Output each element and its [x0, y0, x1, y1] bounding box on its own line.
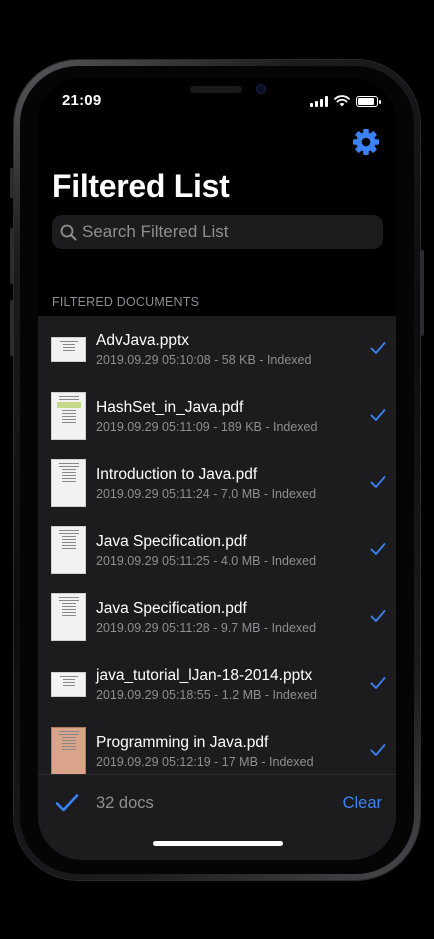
mute-switch — [10, 168, 14, 198]
checkmark-icon[interactable] — [370, 676, 386, 690]
document-meta: 2019.09.29 05:12:19 - 17 MB - Indexed — [96, 755, 314, 769]
section-header: FILTERED DOCUMENTS — [52, 295, 200, 309]
checkmark-icon[interactable] — [55, 793, 79, 813]
document-meta: 2019.09.29 05:11:24 - 7.0 MB - Indexed — [96, 487, 317, 501]
document-thumbnail — [51, 672, 86, 697]
document-thumbnail — [51, 337, 86, 362]
search-placeholder: Search Filtered List — [82, 222, 229, 241]
document-row[interactable]: HashSet_in_Java.pdf 2019.09.29 05:11:09 -… — [38, 383, 396, 450]
cellular-signal-icon — [310, 95, 328, 107]
document-row[interactable]: Java Specification.pdf 2019.09.29 05:11:2… — [38, 517, 396, 584]
gear-icon[interactable] — [352, 128, 380, 156]
document-row[interactable]: AdvJava.pptx 2019.09.29 05:10:08 - 58 KB … — [38, 316, 396, 383]
document-thumbnail — [51, 593, 86, 641]
app-screen: 21:09 Filtered List Search Filtered List… — [38, 78, 396, 860]
document-name: HashSet_in_Java.pdf — [96, 399, 244, 416]
document-row[interactable]: Programming in Java.pdf 2019.09.29 05:12:… — [38, 718, 396, 774]
document-meta: 2019.09.29 05:11:09 - 189 KB - Indexed — [96, 420, 318, 434]
earpiece-speaker — [190, 86, 242, 93]
front-camera — [256, 84, 266, 94]
document-list: AdvJava.pptx 2019.09.29 05:10:08 - 58 KB … — [38, 316, 396, 774]
clear-button[interactable]: Clear — [343, 794, 382, 813]
volume-down-button — [10, 300, 14, 356]
page-title: Filtered List — [52, 168, 230, 204]
status-time: 21:09 — [62, 92, 102, 109]
document-name: Java Specification.pdf — [96, 533, 247, 550]
status-icons — [310, 95, 381, 107]
document-meta: 2019.09.29 05:10:08 - 58 KB - Indexed — [96, 353, 312, 367]
search-field[interactable]: Search Filtered List — [52, 215, 383, 249]
wifi-icon — [334, 95, 350, 107]
document-thumbnail — [51, 459, 86, 507]
checkmark-icon[interactable] — [370, 743, 386, 757]
document-meta: 2019.09.29 05:18:55 - 1.2 MB - Indexed — [96, 688, 317, 702]
document-thumbnail — [51, 392, 86, 440]
checkmark-icon[interactable] — [370, 475, 386, 489]
document-name: Programming in Java.pdf — [96, 734, 269, 751]
document-thumbnail — [51, 727, 86, 774]
checkmark-icon[interactable] — [370, 341, 386, 355]
document-thumbnail — [51, 526, 86, 574]
battery-icon — [356, 95, 381, 107]
magnifying-glass-icon — [60, 224, 77, 240]
side-power-button — [420, 250, 424, 336]
document-name: Introduction to Java.pdf — [96, 466, 258, 483]
battery-level — [358, 97, 375, 105]
document-row[interactable]: Introduction to Java.pdf 2019.09.29 05:11… — [38, 450, 396, 517]
document-count: 32 docs — [96, 794, 154, 812]
document-meta: 2019.09.29 05:11:28 - 9.7 MB - Indexed — [96, 621, 317, 635]
document-row[interactable]: java_tutorial_lJan-18-2014.pptx 2019.09.2… — [38, 651, 396, 718]
checkmark-icon[interactable] — [370, 609, 386, 623]
volume-up-button — [10, 228, 14, 284]
checkmark-icon[interactable] — [370, 542, 386, 556]
document-name: Java Specification.pdf — [96, 600, 247, 617]
document-meta: 2019.09.29 05:11:25 - 4.0 MB - Indexed — [96, 554, 317, 568]
document-row[interactable]: Java Specification.pdf 2019.09.29 05:11:2… — [38, 584, 396, 651]
document-name: java_tutorial_lJan-18-2014.pptx — [96, 667, 313, 684]
home-indicator[interactable] — [153, 841, 283, 846]
bottom-toolbar: 32 docs Clear — [38, 774, 396, 860]
document-name: AdvJava.pptx — [96, 332, 190, 349]
checkmark-icon[interactable] — [370, 408, 386, 422]
